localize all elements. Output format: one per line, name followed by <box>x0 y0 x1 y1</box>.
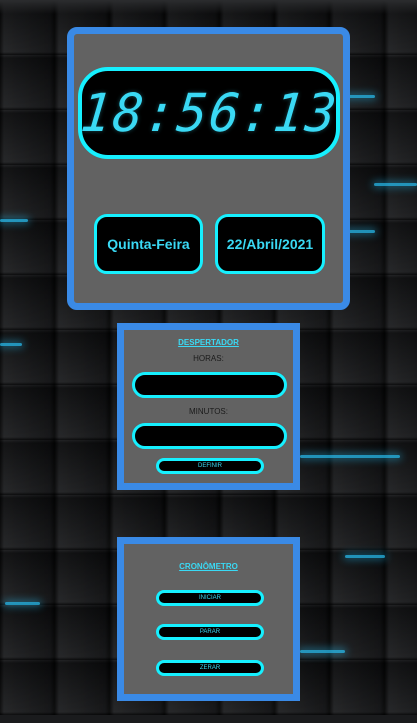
hours-label: HORAS: <box>193 354 224 363</box>
minutes-input[interactable] <box>132 423 287 449</box>
time-text: 18:56:13 <box>77 82 341 144</box>
time-display: 18:56:13 <box>77 67 341 159</box>
define-alarm-button[interactable]: DEFINIR <box>156 458 264 474</box>
bottom-bar <box>0 715 417 723</box>
background-glow <box>0 219 28 222</box>
background-glow <box>300 455 400 458</box>
date-text: 22/Abril/2021 <box>226 236 314 252</box>
alarm-title: DESPERTADOR <box>178 338 239 347</box>
background-glow <box>300 650 345 653</box>
hours-input[interactable] <box>132 372 287 398</box>
stopwatch-panel: CRONÔMETRO INICIAR PARAR ZERAR <box>117 537 300 701</box>
alarm-panel: DESPERTADOR HORAS: MINUTOS: DEFINIR <box>117 323 300 490</box>
background-glow <box>5 602 40 605</box>
background-glow <box>374 183 417 186</box>
minutes-label: MINUTOS: <box>189 407 228 416</box>
clock-panel: 18:56:13 Quinta-Feira 22/Abril/2021 <box>67 27 350 310</box>
stopwatch-title: CRONÔMETRO <box>179 562 238 571</box>
reset-button[interactable]: ZERAR <box>156 660 264 676</box>
date-display: 22/Abril/2021 <box>215 214 325 274</box>
background-glow <box>345 555 385 558</box>
top-shade <box>0 0 417 14</box>
weekday-display: Quinta-Feira <box>94 214 203 274</box>
background-glow <box>0 343 22 346</box>
stop-button[interactable]: PARAR <box>156 624 264 640</box>
start-button[interactable]: INICIAR <box>156 590 264 606</box>
weekday-text: Quinta-Feira <box>107 236 190 252</box>
